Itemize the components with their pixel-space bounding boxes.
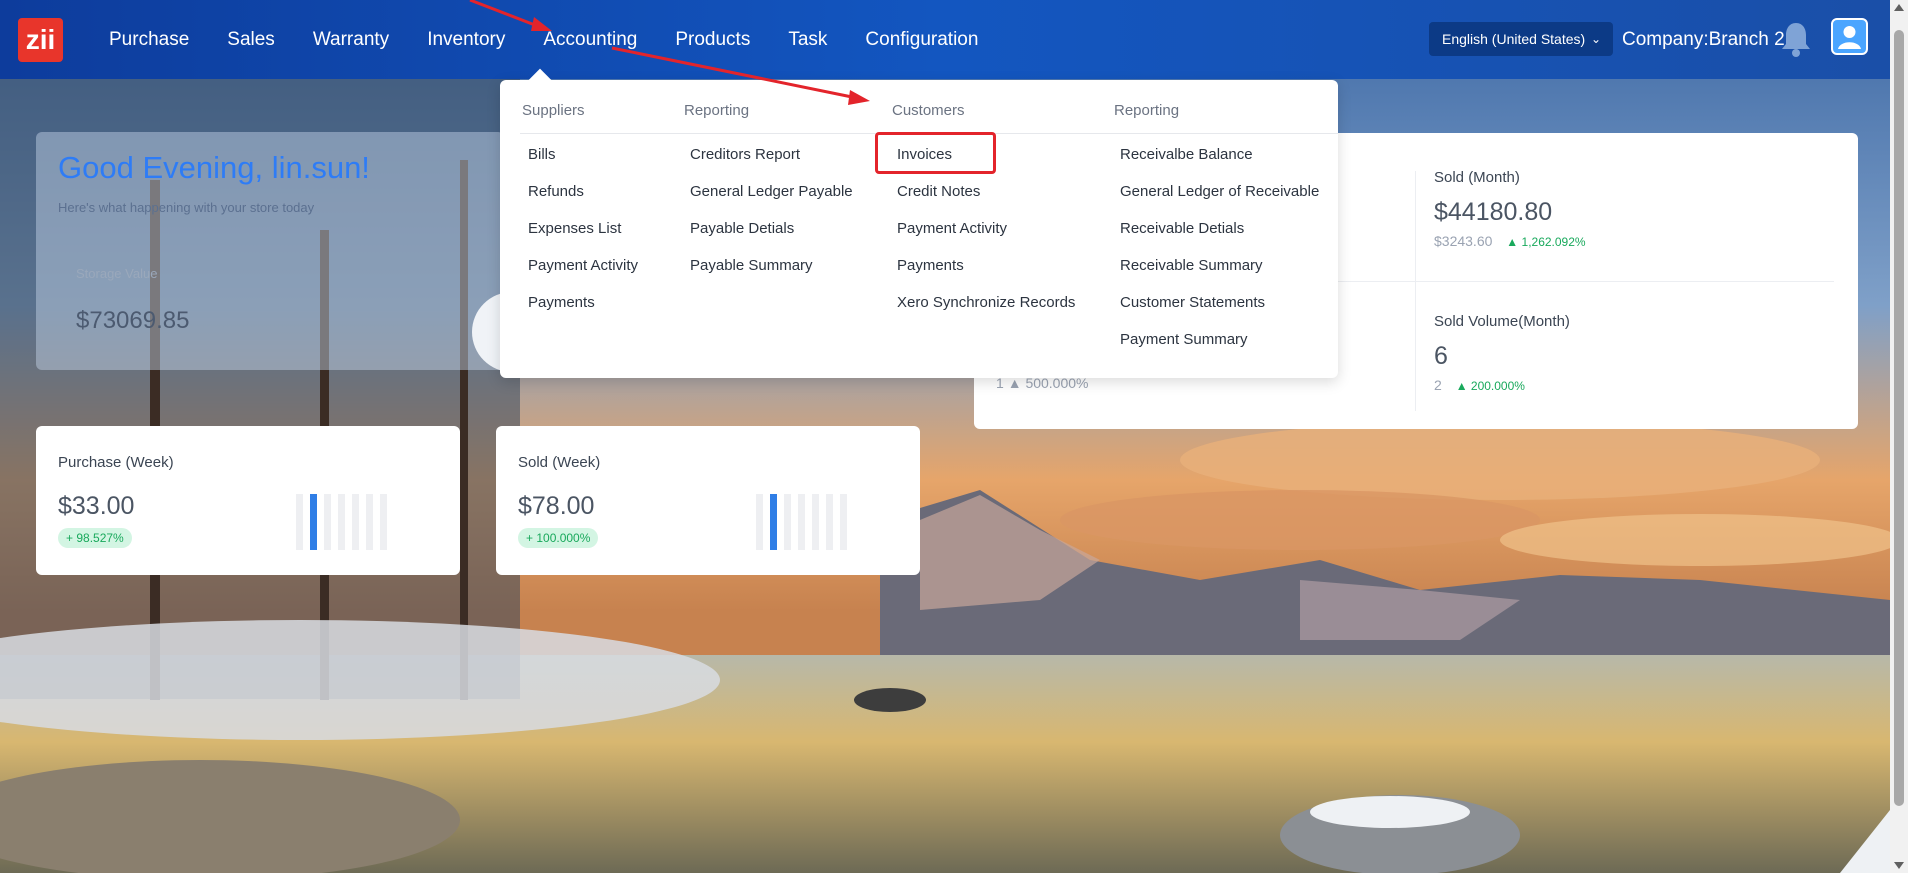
menu-item-supplier-payments[interactable]: Payments xyxy=(528,294,595,311)
week-bar-5 xyxy=(366,494,373,550)
week-bar-4 xyxy=(352,494,359,550)
menu-item-payable-summary[interactable]: Payable Summary xyxy=(690,257,813,274)
scroll-down-icon[interactable] xyxy=(1894,862,1904,869)
bell-icon[interactable] xyxy=(1779,20,1813,58)
menu-item-general-ledger-receivable[interactable]: General Ledger of Receivable xyxy=(1120,183,1319,200)
sold-month-pct-value: 1,262.092% xyxy=(1521,235,1586,249)
purchase-week-badge: + 98.527% xyxy=(58,528,132,548)
sold-volume-prev-row: 2 ▲ 200.000% xyxy=(1434,377,1570,393)
purchase-week-value: $33.00 xyxy=(58,492,135,520)
sold-volume-label: Sold Volume(Month) xyxy=(1434,313,1570,330)
menu-heading-customers: Customers xyxy=(892,102,965,119)
scrollbar-thumb[interactable] xyxy=(1894,30,1904,806)
language-label: English (United States) xyxy=(1442,31,1586,47)
sold-volume-stat: Sold Volume(Month) 6 2 ▲ 200.000% xyxy=(1434,313,1570,393)
language-select[interactable]: English (United States) ⌄ xyxy=(1429,22,1613,56)
menu-item-customer-payment-activity[interactable]: Payment Activity xyxy=(897,220,1007,237)
week-bar-2 xyxy=(784,494,791,550)
menu-heading-suppliers: Suppliers xyxy=(522,102,585,119)
nav-configuration[interactable]: Configuration xyxy=(846,0,997,79)
menu-item-payment-summary[interactable]: Payment Summary xyxy=(1120,331,1248,348)
menu-item-credit-notes[interactable]: Credit Notes xyxy=(897,183,980,200)
app-logo[interactable]: zii xyxy=(18,18,63,62)
greeting-title: Good Evening, lin.sun! xyxy=(58,150,370,185)
week-bar-0 xyxy=(756,494,763,550)
nav-accounting[interactable]: Accounting xyxy=(524,0,656,79)
greeting-panel: Good Evening, lin.sun! Here's what happe… xyxy=(36,132,552,372)
week-bar-5 xyxy=(826,494,833,550)
nav-purchase[interactable]: Purchase xyxy=(90,0,208,79)
menu-item-customer-statements[interactable]: Customer Statements xyxy=(1120,294,1265,311)
sold-week-card: Sold (Week) $78.00 + 100.000% xyxy=(496,426,920,575)
week-bar-6 xyxy=(840,494,847,550)
menu-item-receivable-balance[interactable]: Receivalbe Balance xyxy=(1120,146,1253,163)
top-navigation-bar: zii Purchase Sales Warranty Inventory Ac… xyxy=(0,0,1890,79)
menu-item-general-ledger-payable[interactable]: General Ledger Payable xyxy=(690,183,853,200)
sold-week-bars xyxy=(756,494,847,550)
menu-item-expenses-list[interactable]: Expenses List xyxy=(528,220,621,237)
menu-heading-reporting: Reporting xyxy=(1114,102,1180,119)
sold-week-title: Sold (Week) xyxy=(518,454,601,471)
menu-item-xero-synchronize-records[interactable]: Xero Synchronize Records xyxy=(897,294,1075,311)
sold-volume-prev: 2 xyxy=(1434,377,1442,393)
accounting-dropdown-menu: Suppliers Bills Refunds Expenses List Pa… xyxy=(500,68,1338,378)
purchase-week-bars xyxy=(296,494,387,550)
sold-month-value: $44180.80 xyxy=(1434,198,1553,226)
week-bar-1 xyxy=(310,494,317,550)
menu-item-customer-payments[interactable]: Payments xyxy=(897,257,964,274)
storage-value-label: Storage Value xyxy=(76,266,158,281)
company-label: Company:Branch 2 xyxy=(1622,29,1785,50)
sold-month-pct: ▲ 1,262.092% xyxy=(1506,235,1586,249)
divider xyxy=(1415,171,1416,411)
week-bar-6 xyxy=(380,494,387,550)
nav-task[interactable]: Task xyxy=(769,0,846,79)
nav-sales[interactable]: Sales xyxy=(208,0,294,79)
sold-month-stat: Sold (Month) $44180.80 $3243.60 ▲ 1,262.… xyxy=(1434,169,1586,249)
sold-volume-pct: ▲ 200.000% xyxy=(1455,379,1525,393)
sold-month-prev: $3243.60 xyxy=(1434,233,1493,249)
menu-item-payable-details[interactable]: Payable Detials xyxy=(690,220,794,237)
week-bar-0 xyxy=(296,494,303,550)
sold-month-prev-row: $3243.60 ▲ 1,262.092% xyxy=(1434,233,1586,249)
purchase-week-title: Purchase (Week) xyxy=(58,454,174,471)
menu-item-refunds[interactable]: Refunds xyxy=(528,183,584,200)
menu-item-creditors-report[interactable]: Creditors Report xyxy=(690,146,800,163)
menu-item-receivable-summary[interactable]: Receivable Summary xyxy=(1120,257,1263,274)
chevron-down-icon: ⌄ xyxy=(1590,32,1601,46)
sold-week-value: $78.00 xyxy=(518,492,595,520)
avatar-icon[interactable] xyxy=(1831,18,1868,55)
week-bar-2 xyxy=(324,494,331,550)
week-bar-1 xyxy=(770,494,777,550)
sold-volume-value: 6 xyxy=(1434,342,1448,370)
sold-volume-pct-value: 200.000% xyxy=(1470,379,1525,393)
purchase-week-card: Purchase (Week) $33.00 + 98.527% xyxy=(36,426,460,575)
menu-item-supplier-payment-activity[interactable]: Payment Activity xyxy=(528,257,638,274)
nav-products[interactable]: Products xyxy=(656,0,769,79)
week-bar-3 xyxy=(338,494,345,550)
nav-warranty[interactable]: Warranty xyxy=(294,0,408,79)
scroll-up-icon[interactable] xyxy=(1894,4,1904,11)
sold-month-label: Sold (Month) xyxy=(1434,169,1520,186)
page-scrollbar[interactable] xyxy=(1890,0,1908,873)
week-bar-4 xyxy=(812,494,819,550)
greeting-subtitle: Here's what happening with your store to… xyxy=(58,200,315,215)
week-bar-3 xyxy=(798,494,805,550)
storage-value: $73069.85 xyxy=(76,307,190,334)
menu-heading-reporting: Reporting xyxy=(684,102,750,119)
sold-week-badge: + 100.000% xyxy=(518,528,599,548)
annotation-highlight-box xyxy=(875,132,996,174)
menu-item-bills[interactable]: Bills xyxy=(528,146,556,163)
nav-inventory[interactable]: Inventory xyxy=(408,0,524,79)
main-nav: Purchase Sales Warranty Inventory Accoun… xyxy=(90,0,997,79)
menu-item-receivable-details[interactable]: Receivable Detials xyxy=(1120,220,1244,237)
